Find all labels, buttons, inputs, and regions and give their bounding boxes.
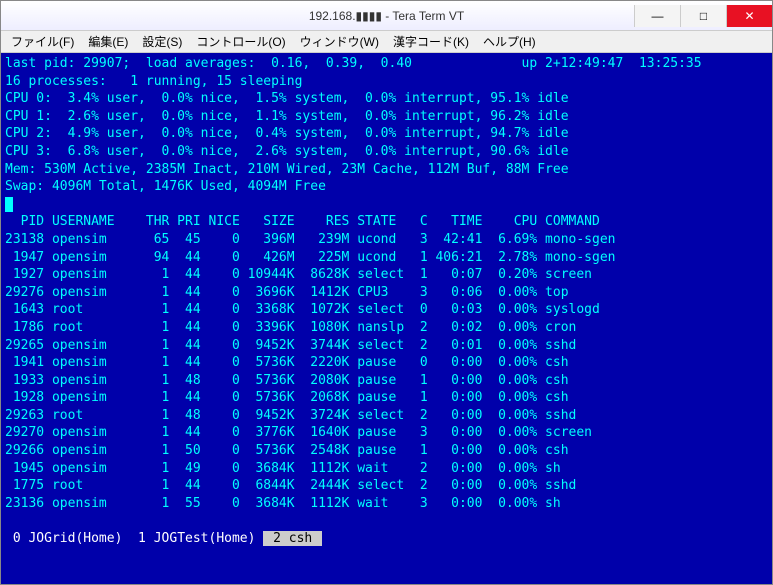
tab-0[interactable]: 0 JOGrid(Home) — [5, 531, 130, 546]
cursor-block — [5, 197, 13, 212]
close-button[interactable]: ✕ — [726, 5, 772, 27]
maximize-button[interactable]: □ — [680, 5, 726, 27]
menu-file[interactable]: ファイル(F) — [5, 31, 80, 52]
table-row: 1927 opensim 1 44 0 10944K 8628K select … — [5, 267, 592, 282]
window-buttons: — □ ✕ — [634, 5, 772, 27]
process-header: PID USERNAME THR PRI NICE SIZE RES STATE… — [5, 214, 600, 229]
menu-settings[interactable]: 設定(S) — [136, 31, 188, 52]
table-row: 1941 opensim 1 44 0 5736K 2220K pause 0 … — [5, 355, 569, 370]
tab-1[interactable]: 1 JOGTest(Home) — [130, 531, 263, 546]
table-row: 1643 root 1 44 0 3368K 1072K select 0 0:… — [5, 302, 600, 317]
line-lastpid: last pid: 29907; load averages: 0.16, 0.… — [5, 56, 702, 71]
table-row: 1945 opensim 1 49 0 3684K 1112K wait 2 0… — [5, 461, 561, 476]
line-cpu0: CPU 0: 3.4% user, 0.0% nice, 1.5% system… — [5, 91, 569, 106]
titlebar[interactable]: 192.168.▮▮▮▮ - Tera Term VT — □ ✕ — [1, 1, 772, 31]
menubar: ファイル(F) 編集(E) 設定(S) コントロール(O) ウィンドウ(W) 漢… — [1, 31, 772, 53]
table-row: 29266 opensim 1 50 0 5736K 2548K pause 1… — [5, 443, 569, 458]
screen-tabline: 0 JOGrid(Home) 1 JOGTest(Home) 2 csh — [5, 531, 322, 546]
table-row: 23138 opensim 65 45 0 396M 239M ucond 3 … — [5, 232, 615, 247]
line-cpu1: CPU 1: 2.6% user, 0.0% nice, 1.1% system… — [5, 109, 569, 124]
table-row: 29270 opensim 1 44 0 3776K 1640K pause 3… — [5, 425, 592, 440]
table-row: 1933 opensim 1 48 0 5736K 2080K pause 1 … — [5, 373, 569, 388]
table-row: 29263 root 1 48 0 9452K 3724K select 2 0… — [5, 408, 576, 423]
table-row: 23136 opensim 1 55 0 3684K 1112K wait 3 … — [5, 496, 561, 511]
menu-control[interactable]: コントロール(O) — [190, 31, 291, 52]
menu-window[interactable]: ウィンドウ(W) — [294, 31, 385, 52]
line-cpu2: CPU 2: 4.9% user, 0.0% nice, 0.4% system… — [5, 126, 569, 141]
table-row: 1947 opensim 94 44 0 426M 225M ucond 1 4… — [5, 250, 615, 265]
line-cpu3: CPU 3: 6.8% user, 0.0% nice, 2.6% system… — [5, 144, 569, 159]
line-processes: 16 processes: 1 running, 15 sleeping — [5, 74, 302, 89]
menu-edit[interactable]: 編集(E) — [82, 31, 134, 52]
line-swap: Swap: 4096M Total, 1476K Used, 4094M Fre… — [5, 179, 326, 194]
table-row: 29276 opensim 1 44 0 3696K 1412K CPU3 3 … — [5, 285, 569, 300]
table-row: 29265 opensim 1 44 0 9452K 3744K select … — [5, 338, 576, 353]
menu-kanji[interactable]: 漢字コード(K) — [387, 31, 475, 52]
minimize-button[interactable]: — — [634, 5, 680, 27]
table-row: 1775 root 1 44 0 6844K 2444K select 2 0:… — [5, 478, 576, 493]
tab-2-active[interactable]: 2 csh — [263, 531, 322, 546]
app-window: 192.168.▮▮▮▮ - Tera Term VT — □ ✕ ファイル(F… — [0, 0, 773, 585]
terminal-area[interactable]: last pid: 29907; load averages: 0.16, 0.… — [1, 53, 772, 584]
table-row: 1928 opensim 1 44 0 5736K 2068K pause 1 … — [5, 390, 569, 405]
line-mem: Mem: 530M Active, 2385M Inact, 210M Wire… — [5, 162, 569, 177]
table-row: 1786 root 1 44 0 3396K 1080K nanslp 2 0:… — [5, 320, 576, 335]
menu-help[interactable]: ヘルプ(H) — [477, 31, 542, 52]
